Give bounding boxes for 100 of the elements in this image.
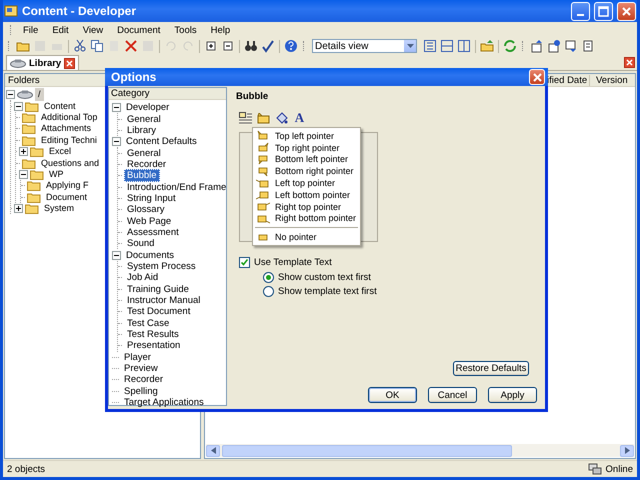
tree-item[interactable]: Excel: [46, 145, 74, 158]
fill-color-button[interactable]: [274, 111, 289, 125]
tree-item[interactable]: Content Defaults: [123, 135, 200, 148]
split-vertical-button[interactable]: [456, 38, 472, 54]
close-tab-icon[interactable]: [64, 58, 76, 68]
tree-item[interactable]: System: [41, 202, 78, 216]
bubble-style-button[interactable]: [256, 111, 271, 125]
tree-item[interactable]: Web Page: [124, 214, 174, 228]
tree-item[interactable]: Training Guide: [124, 282, 192, 296]
tree-item[interactable]: String Input: [124, 192, 179, 205]
tree-item[interactable]: Target Applications: [121, 396, 207, 410]
close-button[interactable]: [617, 2, 636, 20]
scissors-button[interactable]: [72, 38, 88, 54]
expander[interactable]: [112, 250, 121, 260]
tree-item[interactable]: Presentation: [124, 339, 184, 352]
tree-item[interactable]: Editing Techni: [38, 134, 100, 147]
tree-item[interactable]: /: [35, 88, 44, 102]
layout-button[interactable]: [238, 111, 253, 125]
menu-item[interactable]: Right bottom pointer: [253, 212, 360, 224]
copy-button[interactable]: [89, 38, 105, 54]
tree-item[interactable]: Content: [41, 100, 79, 113]
radio-button[interactable]: [263, 286, 274, 297]
menu-item[interactable]: View: [76, 24, 110, 36]
dialog-button[interactable]: Cancel: [428, 387, 477, 403]
tree-item[interactable]: Applying F: [43, 179, 92, 192]
folder-up-button[interactable]: [479, 38, 495, 54]
speech-bubble-icon: [256, 178, 270, 189]
tree-item[interactable]: Sound: [124, 237, 158, 250]
binoculars-button[interactable]: [243, 38, 259, 54]
expander[interactable]: [14, 204, 23, 214]
tree-item[interactable]: Spelling: [121, 384, 161, 398]
maximize-button[interactable]: [594, 2, 613, 20]
spellcheck-button[interactable]: [260, 38, 276, 54]
menu-item[interactable]: Edit: [45, 24, 76, 36]
tree-item[interactable]: Test Document: [124, 305, 194, 318]
download-button[interactable]: [563, 38, 579, 54]
tree-item[interactable]: Job Aid: [124, 271, 162, 284]
menu-item[interactable]: Right top pointer: [253, 200, 360, 213]
tree-item[interactable]: Recorder: [121, 373, 166, 386]
radio-button[interactable]: [263, 272, 274, 283]
dialog-button[interactable]: Apply: [488, 387, 537, 403]
menu-item[interactable]: Top right pointer: [253, 142, 360, 154]
tree-item[interactable]: Attachments: [38, 122, 94, 136]
menu-item[interactable]: Left bottom pointer: [253, 188, 360, 201]
minimize-button[interactable]: [571, 2, 590, 20]
tree-item[interactable]: Document: [43, 190, 90, 204]
tree-item[interactable]: Library: [124, 124, 160, 137]
view-dropdown[interactable]: Details view: [312, 39, 417, 53]
tree-item[interactable]: Questions and: [38, 156, 102, 170]
split-horizontal-button[interactable]: [439, 38, 455, 54]
tree-item[interactable]: Documents: [123, 248, 178, 262]
horizontal-scrollbar[interactable]: [206, 444, 634, 457]
menu-item[interactable]: Tools: [167, 24, 204, 36]
check-in-button[interactable]: [529, 38, 545, 54]
menu-item[interactable]: Top left pointer: [253, 130, 360, 142]
menu-item[interactable]: Document: [110, 24, 168, 36]
menu-item[interactable]: File: [16, 24, 46, 36]
tree-item[interactable]: Player: [121, 350, 154, 364]
menu-item[interactable]: Left top pointer: [253, 177, 360, 189]
tree-item[interactable]: Assessment: [124, 226, 182, 239]
font-button[interactable]: A: [292, 111, 307, 125]
tree-item[interactable]: Developer: [123, 101, 172, 114]
expander[interactable]: [112, 137, 121, 146]
column-header[interactable]: Version: [589, 74, 635, 86]
help-button[interactable]: [283, 38, 299, 54]
refresh-button[interactable]: [502, 38, 518, 54]
close-icon: [626, 59, 633, 66]
check-out-button[interactable]: [546, 38, 562, 54]
tree-item[interactable]: Instructor Manual: [124, 294, 204, 308]
tree-item[interactable]: General: [124, 146, 164, 160]
window-title: Content - Developer: [22, 4, 138, 18]
expander[interactable]: [19, 147, 28, 156]
tree-item[interactable]: Additional Top: [38, 110, 100, 124]
tree-item[interactable]: WP: [46, 168, 66, 181]
restore-defaults-button[interactable]: Restore Defaults: [453, 361, 529, 376]
expander[interactable]: [112, 103, 121, 112]
tree-item[interactable]: Test Case: [124, 316, 172, 330]
menu-item[interactable]: No pointer: [253, 231, 360, 244]
expander[interactable]: [19, 170, 28, 179]
menu-item[interactable]: Help: [204, 24, 238, 36]
close-button[interactable]: [529, 69, 545, 85]
tree-item[interactable]: System Process: [124, 260, 199, 273]
menu-item[interactable]: Bottom right pointer: [253, 165, 360, 178]
tree-item[interactable]: Preview: [121, 362, 161, 376]
tree-item[interactable]: Bubble: [124, 169, 160, 182]
tree-item[interactable]: Test Results: [124, 328, 182, 342]
expander[interactable]: [6, 90, 15, 100]
expander[interactable]: [14, 102, 23, 111]
tree-item[interactable]: General: [124, 112, 164, 126]
tree-item[interactable]: Introduction/End Frame: [124, 180, 230, 194]
library-tab[interactable]: Library: [6, 55, 80, 70]
menu-item[interactable]: Bottom left pointer: [253, 154, 360, 166]
delete-button[interactable]: [123, 38, 139, 54]
dialog-button[interactable]: OK: [368, 387, 417, 403]
tree-item[interactable]: Recorder: [124, 158, 170, 171]
split-horizontal-icon: [440, 39, 454, 53]
close-pane-icon[interactable]: [624, 57, 635, 68]
details-layout-button[interactable]: [422, 38, 438, 54]
tree-item[interactable]: Glossary: [124, 203, 168, 216]
checkbox[interactable]: [239, 257, 250, 268]
